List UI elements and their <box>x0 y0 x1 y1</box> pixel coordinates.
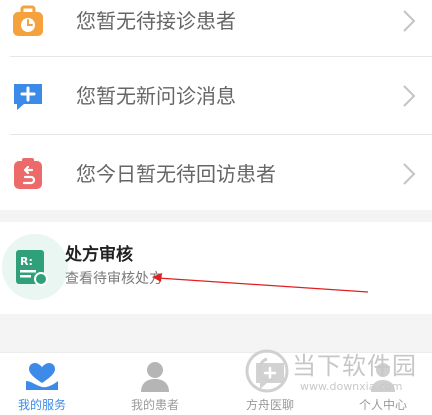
list-item-pending-consult[interactable]: 您暂无待接诊患者 <box>0 0 432 60</box>
list-item-label: 您暂无新问诊消息 <box>76 84 236 108</box>
clock-briefcase-icon <box>13 5 43 36</box>
tab-label: 我的服务 <box>17 398 66 412</box>
chevron-right-icon <box>403 85 416 107</box>
profile-icon <box>371 363 395 392</box>
prescription-icon: R: <box>16 250 48 286</box>
clipboard-return-icon <box>14 158 42 189</box>
heart-hand-icon <box>26 363 58 390</box>
prescription-icon-badge: R: <box>2 234 68 300</box>
list-item-label: 您暂无待接诊患者 <box>76 9 236 33</box>
tab-ark-chat[interactable]: 方舟医聊 <box>225 353 315 415</box>
chevron-right-icon <box>403 10 416 32</box>
list-item-followup[interactable]: 您今日暂无待回访患者 <box>0 136 432 212</box>
divider <box>10 56 432 57</box>
tab-label: 个人中心 <box>358 398 407 412</box>
prescription-review-card[interactable]: R: 处方审核 查看待审核处方 <box>0 222 432 314</box>
divider <box>10 134 432 135</box>
chevron-right-icon <box>403 163 416 185</box>
list-item-label: 您今日暂无待回访患者 <box>76 162 276 186</box>
tab-label: 我的患者 <box>130 398 179 412</box>
card-title: 处方审核 <box>65 245 133 265</box>
chat-plus-icon <box>14 84 42 110</box>
bottom-tab-bar: 我的服务 我的患者 方舟医聊 个人中心 <box>0 352 432 415</box>
screen: 您暂无待接诊患者 您暂无新问诊消息 您今日暂无待回访患者 R: 处方审核 查看待… <box>0 0 432 415</box>
list-item-new-messages[interactable]: 您暂无新问诊消息 <box>0 58 432 134</box>
person-icon <box>141 362 169 392</box>
service-list: 您暂无待接诊患者 您暂无新问诊消息 您今日暂无待回访患者 <box>0 0 432 210</box>
svg-text:R:: R: <box>20 255 33 268</box>
chat-icon <box>256 363 284 389</box>
tab-my-patients[interactable]: 我的患者 <box>110 353 200 415</box>
tab-my-services[interactable]: 我的服务 <box>0 353 87 415</box>
card-subtitle: 查看待审核处方 <box>65 271 163 287</box>
tab-profile[interactable]: 个人中心 <box>338 353 428 415</box>
tab-label: 方舟医聊 <box>245 398 294 412</box>
